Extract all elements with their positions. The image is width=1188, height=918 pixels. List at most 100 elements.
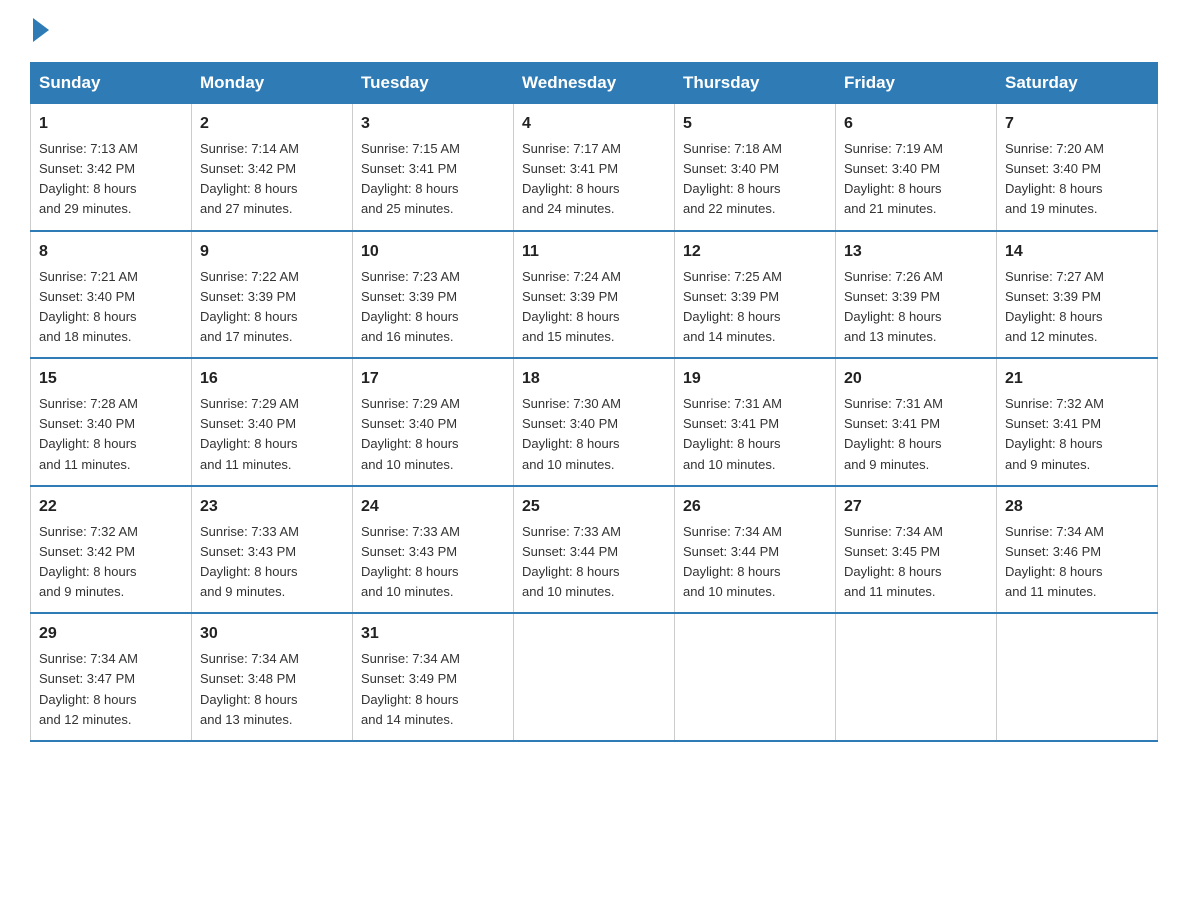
- calendar-week-row: 29Sunrise: 7:34 AMSunset: 3:47 PMDayligh…: [31, 613, 1158, 741]
- day-number: 24: [361, 495, 505, 519]
- calendar-cell: 5 Sunrise: 7:18 AMSunset: 3:40 PMDaylight…: [675, 104, 836, 231]
- day-info: Sunrise: 7:30 AMSunset: 3:40 PMDaylight:…: [522, 394, 666, 475]
- day-info: Sunrise: 7:33 AMSunset: 3:43 PMDaylight:…: [361, 522, 505, 603]
- day-number: 28: [1005, 495, 1149, 519]
- calendar-cell: [997, 613, 1158, 741]
- day-number: 5: [683, 112, 827, 136]
- day-info: Sunrise: 7:15 AMSunset: 3:41 PMDaylight:…: [361, 139, 505, 220]
- calendar-cell: 25 Sunrise: 7:33 AMSunset: 3:44 PMDayligh…: [514, 486, 675, 614]
- day-number: 20: [844, 367, 988, 391]
- day-number: 3: [361, 112, 505, 136]
- calendar-week-row: 15Sunrise: 7:28 AMSunset: 3:40 PMDayligh…: [31, 358, 1158, 486]
- day-number: 15: [39, 367, 183, 391]
- day-number: 18: [522, 367, 666, 391]
- calendar-cell: 23 Sunrise: 7:33 AMSunset: 3:43 PMDayligh…: [192, 486, 353, 614]
- calendar-cell: [836, 613, 997, 741]
- calendar-cell: 10 Sunrise: 7:23 AMSunset: 3:39 PMDayligh…: [353, 231, 514, 359]
- day-number: 22: [39, 495, 183, 519]
- weekday-header-saturday: Saturday: [997, 63, 1158, 104]
- weekday-header-friday: Friday: [836, 63, 997, 104]
- weekday-header-wednesday: Wednesday: [514, 63, 675, 104]
- calendar-week-row: 22 Sunrise: 7:32 AMSunset: 3:42 PMDayligh…: [31, 486, 1158, 614]
- calendar-cell: 19 Sunrise: 7:31 AMSunset: 3:41 PMDayligh…: [675, 358, 836, 486]
- logo: [30, 20, 49, 44]
- day-info: Sunrise: 7:21 AMSunset: 3:40 PMDaylight:…: [39, 267, 183, 348]
- day-info: Sunrise: 7:31 AMSunset: 3:41 PMDaylight:…: [683, 394, 827, 475]
- calendar-week-row: 8Sunrise: 7:21 AMSunset: 3:40 PMDaylight…: [31, 231, 1158, 359]
- calendar-cell: 24 Sunrise: 7:33 AMSunset: 3:43 PMDayligh…: [353, 486, 514, 614]
- day-number: 2: [200, 112, 344, 136]
- day-info: Sunrise: 7:29 AMSunset: 3:40 PMDaylight:…: [200, 394, 344, 475]
- calendar-cell: [675, 613, 836, 741]
- calendar-cell: 15Sunrise: 7:28 AMSunset: 3:40 PMDayligh…: [31, 358, 192, 486]
- day-info: Sunrise: 7:23 AMSunset: 3:39 PMDaylight:…: [361, 267, 505, 348]
- calendar-header-row: SundayMondayTuesdayWednesdayThursdayFrid…: [31, 63, 1158, 104]
- weekday-header-monday: Monday: [192, 63, 353, 104]
- day-number: 10: [361, 240, 505, 264]
- day-number: 1: [39, 112, 183, 136]
- calendar-week-row: 1Sunrise: 7:13 AMSunset: 3:42 PMDaylight…: [31, 104, 1158, 231]
- weekday-header-sunday: Sunday: [31, 63, 192, 104]
- day-number: 16: [200, 367, 344, 391]
- calendar-cell: 2 Sunrise: 7:14 AMSunset: 3:42 PMDaylight…: [192, 104, 353, 231]
- calendar-cell: 11 Sunrise: 7:24 AMSunset: 3:39 PMDayligh…: [514, 231, 675, 359]
- day-info: Sunrise: 7:20 AMSunset: 3:40 PMDaylight:…: [1005, 139, 1149, 220]
- day-info: Sunrise: 7:34 AMSunset: 3:49 PMDaylight:…: [361, 649, 505, 730]
- day-info: Sunrise: 7:34 AMSunset: 3:44 PMDaylight:…: [683, 522, 827, 603]
- day-number: 30: [200, 622, 344, 646]
- weekday-header-thursday: Thursday: [675, 63, 836, 104]
- day-number: 14: [1005, 240, 1149, 264]
- day-number: 27: [844, 495, 988, 519]
- day-info: Sunrise: 7:34 AMSunset: 3:45 PMDaylight:…: [844, 522, 988, 603]
- logo-arrow-icon: [33, 18, 49, 42]
- calendar-cell: 17Sunrise: 7:29 AMSunset: 3:40 PMDayligh…: [353, 358, 514, 486]
- calendar-cell: 27 Sunrise: 7:34 AMSunset: 3:45 PMDayligh…: [836, 486, 997, 614]
- day-number: 13: [844, 240, 988, 264]
- day-number: 7: [1005, 112, 1149, 136]
- calendar-cell: 30Sunrise: 7:34 AMSunset: 3:48 PMDayligh…: [192, 613, 353, 741]
- calendar-cell: 21 Sunrise: 7:32 AMSunset: 3:41 PMDayligh…: [997, 358, 1158, 486]
- day-number: 29: [39, 622, 183, 646]
- day-info: Sunrise: 7:14 AMSunset: 3:42 PMDaylight:…: [200, 139, 344, 220]
- day-info: Sunrise: 7:26 AMSunset: 3:39 PMDaylight:…: [844, 267, 988, 348]
- day-number: 21: [1005, 367, 1149, 391]
- day-info: Sunrise: 7:33 AMSunset: 3:43 PMDaylight:…: [200, 522, 344, 603]
- day-number: 25: [522, 495, 666, 519]
- calendar-cell: [514, 613, 675, 741]
- calendar-cell: 31Sunrise: 7:34 AMSunset: 3:49 PMDayligh…: [353, 613, 514, 741]
- calendar-cell: 20 Sunrise: 7:31 AMSunset: 3:41 PMDayligh…: [836, 358, 997, 486]
- day-info: Sunrise: 7:32 AMSunset: 3:41 PMDaylight:…: [1005, 394, 1149, 475]
- day-info: Sunrise: 7:24 AMSunset: 3:39 PMDaylight:…: [522, 267, 666, 348]
- day-info: Sunrise: 7:27 AMSunset: 3:39 PMDaylight:…: [1005, 267, 1149, 348]
- day-info: Sunrise: 7:32 AMSunset: 3:42 PMDaylight:…: [39, 522, 183, 603]
- calendar-cell: 1Sunrise: 7:13 AMSunset: 3:42 PMDaylight…: [31, 104, 192, 231]
- day-number: 23: [200, 495, 344, 519]
- day-number: 19: [683, 367, 827, 391]
- calendar-table: SundayMondayTuesdayWednesdayThursdayFrid…: [30, 62, 1158, 742]
- day-number: 11: [522, 240, 666, 264]
- page-header: [30, 20, 1158, 44]
- day-number: 6: [844, 112, 988, 136]
- calendar-cell: 4Sunrise: 7:17 AMSunset: 3:41 PMDaylight…: [514, 104, 675, 231]
- day-number: 12: [683, 240, 827, 264]
- calendar-cell: 12Sunrise: 7:25 AMSunset: 3:39 PMDayligh…: [675, 231, 836, 359]
- calendar-cell: 28 Sunrise: 7:34 AMSunset: 3:46 PMDayligh…: [997, 486, 1158, 614]
- calendar-cell: 22 Sunrise: 7:32 AMSunset: 3:42 PMDayligh…: [31, 486, 192, 614]
- calendar-cell: 7 Sunrise: 7:20 AMSunset: 3:40 PMDaylight…: [997, 104, 1158, 231]
- calendar-cell: 6 Sunrise: 7:19 AMSunset: 3:40 PMDaylight…: [836, 104, 997, 231]
- calendar-cell: 3 Sunrise: 7:15 AMSunset: 3:41 PMDaylight…: [353, 104, 514, 231]
- calendar-cell: 29Sunrise: 7:34 AMSunset: 3:47 PMDayligh…: [31, 613, 192, 741]
- day-info: Sunrise: 7:22 AMSunset: 3:39 PMDaylight:…: [200, 267, 344, 348]
- calendar-cell: 9Sunrise: 7:22 AMSunset: 3:39 PMDaylight…: [192, 231, 353, 359]
- day-info: Sunrise: 7:33 AMSunset: 3:44 PMDaylight:…: [522, 522, 666, 603]
- calendar-cell: 16 Sunrise: 7:29 AMSunset: 3:40 PMDayligh…: [192, 358, 353, 486]
- day-info: Sunrise: 7:31 AMSunset: 3:41 PMDaylight:…: [844, 394, 988, 475]
- day-number: 4: [522, 112, 666, 136]
- day-info: Sunrise: 7:19 AMSunset: 3:40 PMDaylight:…: [844, 139, 988, 220]
- day-info: Sunrise: 7:18 AMSunset: 3:40 PMDaylight:…: [683, 139, 827, 220]
- calendar-cell: 14 Sunrise: 7:27 AMSunset: 3:39 PMDayligh…: [997, 231, 1158, 359]
- calendar-cell: 18 Sunrise: 7:30 AMSunset: 3:40 PMDayligh…: [514, 358, 675, 486]
- weekday-header-tuesday: Tuesday: [353, 63, 514, 104]
- calendar-cell: 26Sunrise: 7:34 AMSunset: 3:44 PMDayligh…: [675, 486, 836, 614]
- day-info: Sunrise: 7:34 AMSunset: 3:46 PMDaylight:…: [1005, 522, 1149, 603]
